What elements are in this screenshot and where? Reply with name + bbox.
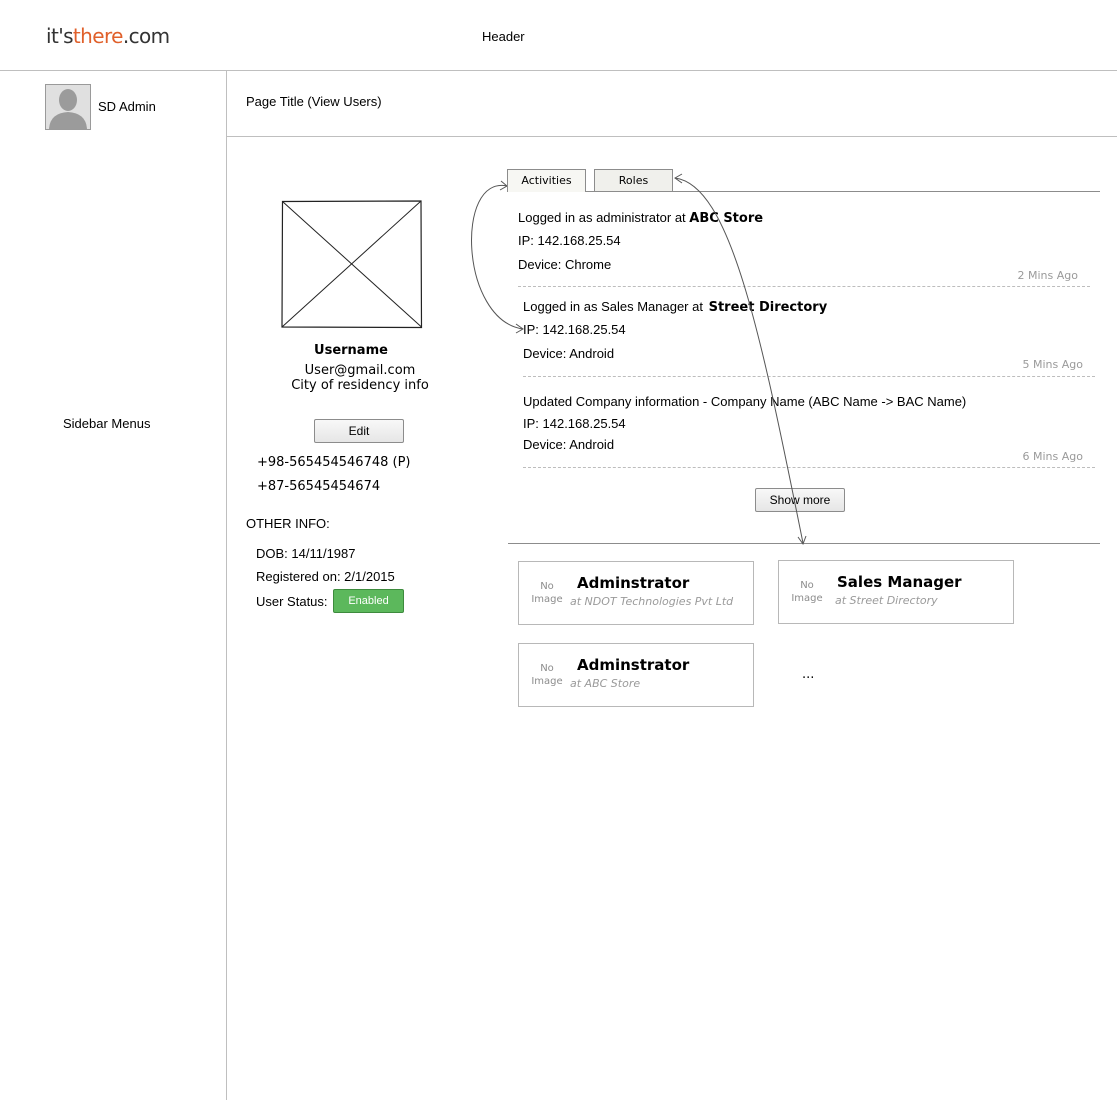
role-card[interactable]: No Image Adminstrator at NDOT Technologie…: [518, 561, 754, 625]
role-title: Adminstrator: [577, 574, 690, 592]
tab-roles[interactable]: Roles: [594, 169, 673, 191]
status-badge[interactable]: Enabled: [333, 589, 404, 613]
other-info-heading: OTHER INFO:: [246, 516, 330, 531]
sidebar-menus-placeholder: Sidebar Menus: [63, 416, 151, 431]
profile-city: City of residency info: [291, 378, 429, 393]
activity-title: Logged in as Sales Manager at Street Dir…: [523, 299, 828, 315]
activity-divider: [523, 376, 1095, 377]
no-image-placeholder: No Image: [531, 663, 563, 687]
phone-primary: +98-565454546748 (P): [257, 455, 411, 470]
roles-divider: [508, 543, 1100, 544]
arrowhead-icon: [515, 323, 524, 334]
activity-device: Device: Chrome: [518, 257, 612, 272]
activity-device: Device: Android: [523, 346, 615, 361]
activity-divider: [523, 467, 1095, 468]
edit-button[interactable]: Edit: [314, 419, 404, 443]
logo[interactable]: it'sthere.com: [46, 24, 170, 48]
activity-divider: [518, 286, 1090, 287]
profile-email: User@gmail.com: [304, 363, 416, 378]
registered-text: Registered on: 2/1/2015: [256, 569, 395, 584]
activity-device: Device: Android: [523, 437, 615, 452]
tab-activities[interactable]: Activities: [507, 169, 586, 192]
user-status-label: User Status:: [256, 594, 328, 609]
profile-image-placeholder: [281, 200, 423, 333]
role-card[interactable]: No Image Adminstrator at ABC Store: [518, 643, 754, 707]
arrowhead-icon: [674, 173, 683, 184]
role-org: at ABC Store: [570, 677, 641, 690]
role-card[interactable]: No Image Sales Manager at Street Director…: [778, 560, 1014, 624]
activity-ip: IP: 142.168.25.54: [523, 416, 626, 431]
sidebar: [0, 71, 227, 1100]
arrowhead-icon: [499, 180, 508, 191]
dob-text: DOB: 14/11/1987: [256, 546, 356, 561]
no-image-placeholder: No Image: [531, 581, 563, 605]
role-org: at Street Directory: [835, 594, 938, 607]
role-title: Sales Manager: [837, 573, 962, 591]
sidebar-user-name: SD Admin: [98, 99, 156, 114]
profile-username: Username: [314, 343, 388, 358]
activity-time: 5 Mins Ago: [1022, 358, 1083, 371]
role-org: at NDOT Technologies Pvt Ltd: [570, 595, 734, 608]
tab-divider: [507, 191, 1100, 192]
image-placeholder-icon: [281, 200, 423, 329]
show-more-button[interactable]: Show more: [755, 488, 845, 512]
activity-ip: IP: 142.168.25.54: [523, 322, 626, 337]
activity-title: Logged in as administrator at ABC Store: [518, 210, 764, 226]
page-title: Page Title (View Users): [246, 94, 382, 109]
activity-time: 2 Mins Ago: [1017, 269, 1078, 282]
activity-ip: IP: 142.168.25.54: [518, 233, 621, 248]
annotation-arrow: [471, 185, 524, 330]
no-image-placeholder: No Image: [791, 580, 823, 604]
phone-secondary: +87-56545454674: [257, 479, 381, 494]
activity-title: Updated Company information - Company Na…: [523, 394, 967, 409]
header-label: Header: [482, 29, 525, 44]
user-silhouette-icon: [46, 85, 90, 129]
roles-more-ellipsis: ...: [802, 667, 815, 682]
role-title: Adminstrator: [577, 656, 690, 674]
activity-time: 6 Mins Ago: [1022, 450, 1083, 463]
avatar[interactable]: [45, 84, 91, 130]
